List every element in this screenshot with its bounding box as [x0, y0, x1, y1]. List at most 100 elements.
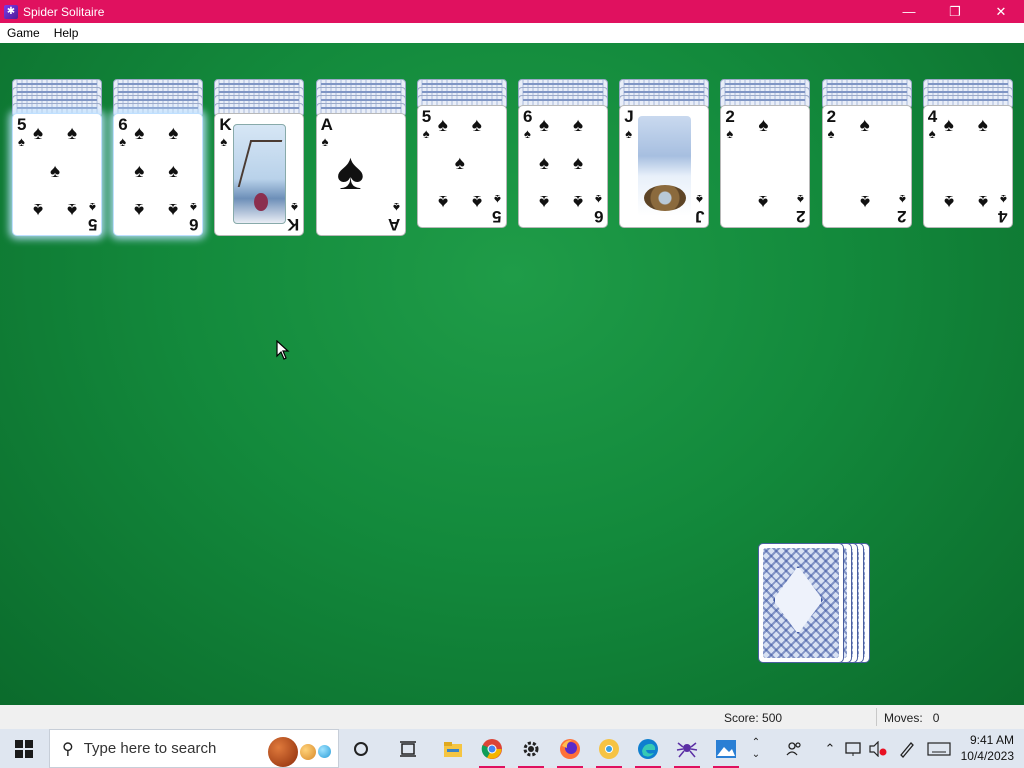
tableau-pile-7[interactable]: J ♠ J ♠	[619, 79, 710, 249]
tableau-pile-6[interactable]: 6 ♠ 6 ♠ ♠ ♠ ♠ ♠ ♠ ♠	[518, 79, 608, 249]
minimize-button[interactable]: —	[886, 0, 932, 23]
spade-pip-icon: ♠	[67, 123, 78, 144]
stock-card[interactable]	[758, 543, 844, 663]
card-K-of-spades[interactable]: K ♠ K ♠	[214, 113, 305, 236]
spade-pip-icon: ♠	[454, 153, 465, 174]
card-2-of-spades[interactable]: 2 ♠ 2 ♠ ♠ ♠	[821, 105, 912, 228]
spade-icon: ♠	[524, 126, 531, 141]
spade-icon: ♠	[898, 192, 906, 207]
restore-button[interactable]: ❐	[932, 0, 978, 23]
search-highlight-icon	[268, 737, 332, 767]
menu-bar: Game Help	[0, 23, 1024, 43]
spade-pip-icon: ♠	[539, 191, 550, 212]
windows-logo-icon	[15, 739, 33, 758]
spade-pip-icon: ♠	[977, 115, 988, 136]
card-rank: J	[624, 107, 634, 126]
window-title: Spider Solitaire	[23, 4, 105, 19]
spade-icon: ♠	[18, 134, 25, 149]
card-4-of-spades[interactable]: 4 ♠ 4 ♠ ♠ ♠ ♠ ♠	[922, 105, 1013, 228]
tableau-pile-4[interactable]: A ♠ A ♠ ♠	[315, 79, 406, 249]
card-rank-inverted: K	[287, 215, 300, 234]
status-divider	[876, 708, 877, 726]
volume-muted-icon[interactable]	[868, 729, 888, 768]
card-rank: 2	[725, 107, 735, 126]
card-rank-inverted: 2	[897, 207, 907, 226]
card-rank-inverted: 5	[492, 207, 502, 226]
spade-pip-icon: ♠	[758, 191, 769, 212]
taskbar-clock[interactable]: 9:41 AM 10/4/2023	[961, 732, 1014, 764]
spade-icon: ♠	[928, 126, 936, 141]
moves-label: Moves: 0	[884, 711, 939, 725]
tableau-pile-3[interactable]: K ♠ K ♠	[214, 79, 305, 249]
tableau-pile-9[interactable]: 2 ♠ 2 ♠ ♠ ♠	[821, 79, 912, 249]
card-J-of-spades[interactable]: J ♠ J ♠	[619, 105, 710, 228]
spade-icon: ♠	[392, 200, 400, 215]
spade-pip-icon: ♠	[33, 123, 44, 144]
spade-pip-icon: ♠	[134, 161, 145, 182]
spade-pip-icon: ♠	[134, 123, 145, 144]
card-rank-inverted: 4	[998, 207, 1008, 226]
card-rank-inverted: J	[694, 207, 705, 226]
spade-icon: ♠	[422, 126, 430, 141]
card-rank: K	[219, 115, 232, 134]
jack-artwork	[638, 116, 692, 216]
card-rank-inverted: 5	[87, 215, 97, 234]
card-rank-inverted: 6	[188, 215, 199, 234]
spade-pip-icon: ♠	[943, 115, 954, 136]
menu-help[interactable]: Help	[47, 26, 86, 40]
spade-icon: ♠	[190, 200, 198, 215]
tableau-pile-10[interactable]: 4 ♠ 4 ♠ ♠ ♠ ♠ ♠	[922, 79, 1013, 249]
game-board[interactable]: 4 ♠ 4 ♠ ♠ ♠ ♠ ♠ 2 ♠ 2 ♠ ♠ ♠ 2 ♠ 2 ♠ ♠ ♠ J ♠ J ♠ 6 ♠ 6 ♠ ♠ ♠ ♠ ♠ ♠ ♠ 5 ♠ 5 ♠ ♠ ♠…	[0, 43, 1024, 705]
card-6-of-spades[interactable]: 6 ♠ 6 ♠ ♠ ♠ ♠ ♠ ♠ ♠	[518, 105, 608, 228]
spade-pip-icon: ♠	[168, 123, 179, 144]
title-bar: ✱ Spider Solitaire — ❐ ✕	[0, 0, 1024, 23]
spade-icon: ♠	[493, 192, 501, 207]
moves-value: 0	[932, 711, 940, 725]
chevron-up-icon[interactable]: ⌃	[822, 729, 838, 768]
network-icon[interactable]	[844, 729, 864, 768]
tableau-pile-8[interactable]: 2 ♠ 2 ♠ ♠ ♠	[720, 79, 811, 249]
start-button[interactable]	[0, 729, 48, 768]
tableau-pile-5[interactable]: 5 ♠ 5 ♠ ♠ ♠ ♠ ♠ ♠	[416, 79, 507, 249]
tableau-pile-1[interactable]: 5 ♠ 5 ♠ ♠ ♠ ♠ ♠ ♠	[12, 79, 102, 249]
chrome-icon[interactable]	[473, 729, 511, 768]
menu-game[interactable]: Game	[0, 26, 47, 40]
task-view-icon[interactable]	[389, 729, 427, 768]
spade-pip-icon: ♠	[134, 199, 145, 220]
settings-icon[interactable]	[512, 729, 550, 768]
close-button[interactable]: ✕	[978, 0, 1024, 23]
card-rank: 6	[523, 107, 533, 126]
card-2-of-spades[interactable]: 2 ♠ 2 ♠ ♠ ♠	[720, 105, 811, 228]
taskbar: ⚲ Type here to search ⌃ ⌄ ⌃ 9:41 AM 10/4…	[0, 729, 1024, 768]
spider-solitaire-icon[interactable]	[668, 729, 706, 768]
status-bar: Score: 500 Moves: 0	[0, 705, 1024, 729]
card-rank: 4	[927, 107, 938, 126]
cortana-icon[interactable]	[342, 729, 380, 768]
edge-icon[interactable]	[629, 729, 667, 768]
chrome-canary-icon[interactable]	[590, 729, 628, 768]
taskbar-search-box[interactable]: ⚲ Type here to search	[49, 729, 339, 768]
spade-icon: ♠	[696, 192, 704, 207]
search-placeholder: Type here to search	[83, 740, 217, 757]
firefox-icon[interactable]	[551, 729, 589, 768]
pen-ink-icon[interactable]	[897, 729, 917, 768]
people-icon[interactable]	[784, 729, 806, 768]
spade-icon: ♠	[999, 192, 1007, 207]
card-5-of-spades[interactable]: 5 ♠ 5 ♠ ♠ ♠ ♠ ♠ ♠	[416, 105, 507, 228]
file-explorer-icon[interactable]	[434, 729, 472, 768]
spade-pip-icon: ♠	[471, 191, 482, 212]
spade-pip-icon: ♠	[573, 153, 584, 174]
keyboard-icon[interactable]	[926, 729, 952, 768]
spade-icon: ♠	[595, 192, 602, 207]
card-5-of-spades[interactable]: 5 ♠ 5 ♠ ♠ ♠ ♠ ♠ ♠	[12, 113, 102, 236]
photos-icon[interactable]	[707, 729, 745, 768]
spade-icon: ♠	[797, 192, 805, 207]
clock-time: 9:41 AM	[969, 733, 1014, 747]
spade-icon: ♠	[291, 200, 299, 215]
tray-scroll-icon[interactable]: ⌃ ⌄	[748, 729, 764, 768]
tableau-pile-2[interactable]: 6 ♠ 6 ♠ ♠ ♠ ♠ ♠ ♠ ♠	[113, 79, 204, 249]
card-6-of-spades[interactable]: 6 ♠ 6 ♠ ♠ ♠ ♠ ♠ ♠ ♠	[113, 113, 204, 236]
card-A-of-spades[interactable]: A ♠ A ♠ ♠	[315, 113, 406, 236]
stock-pile[interactable]	[758, 543, 873, 668]
spade-icon: ♠	[726, 126, 734, 141]
